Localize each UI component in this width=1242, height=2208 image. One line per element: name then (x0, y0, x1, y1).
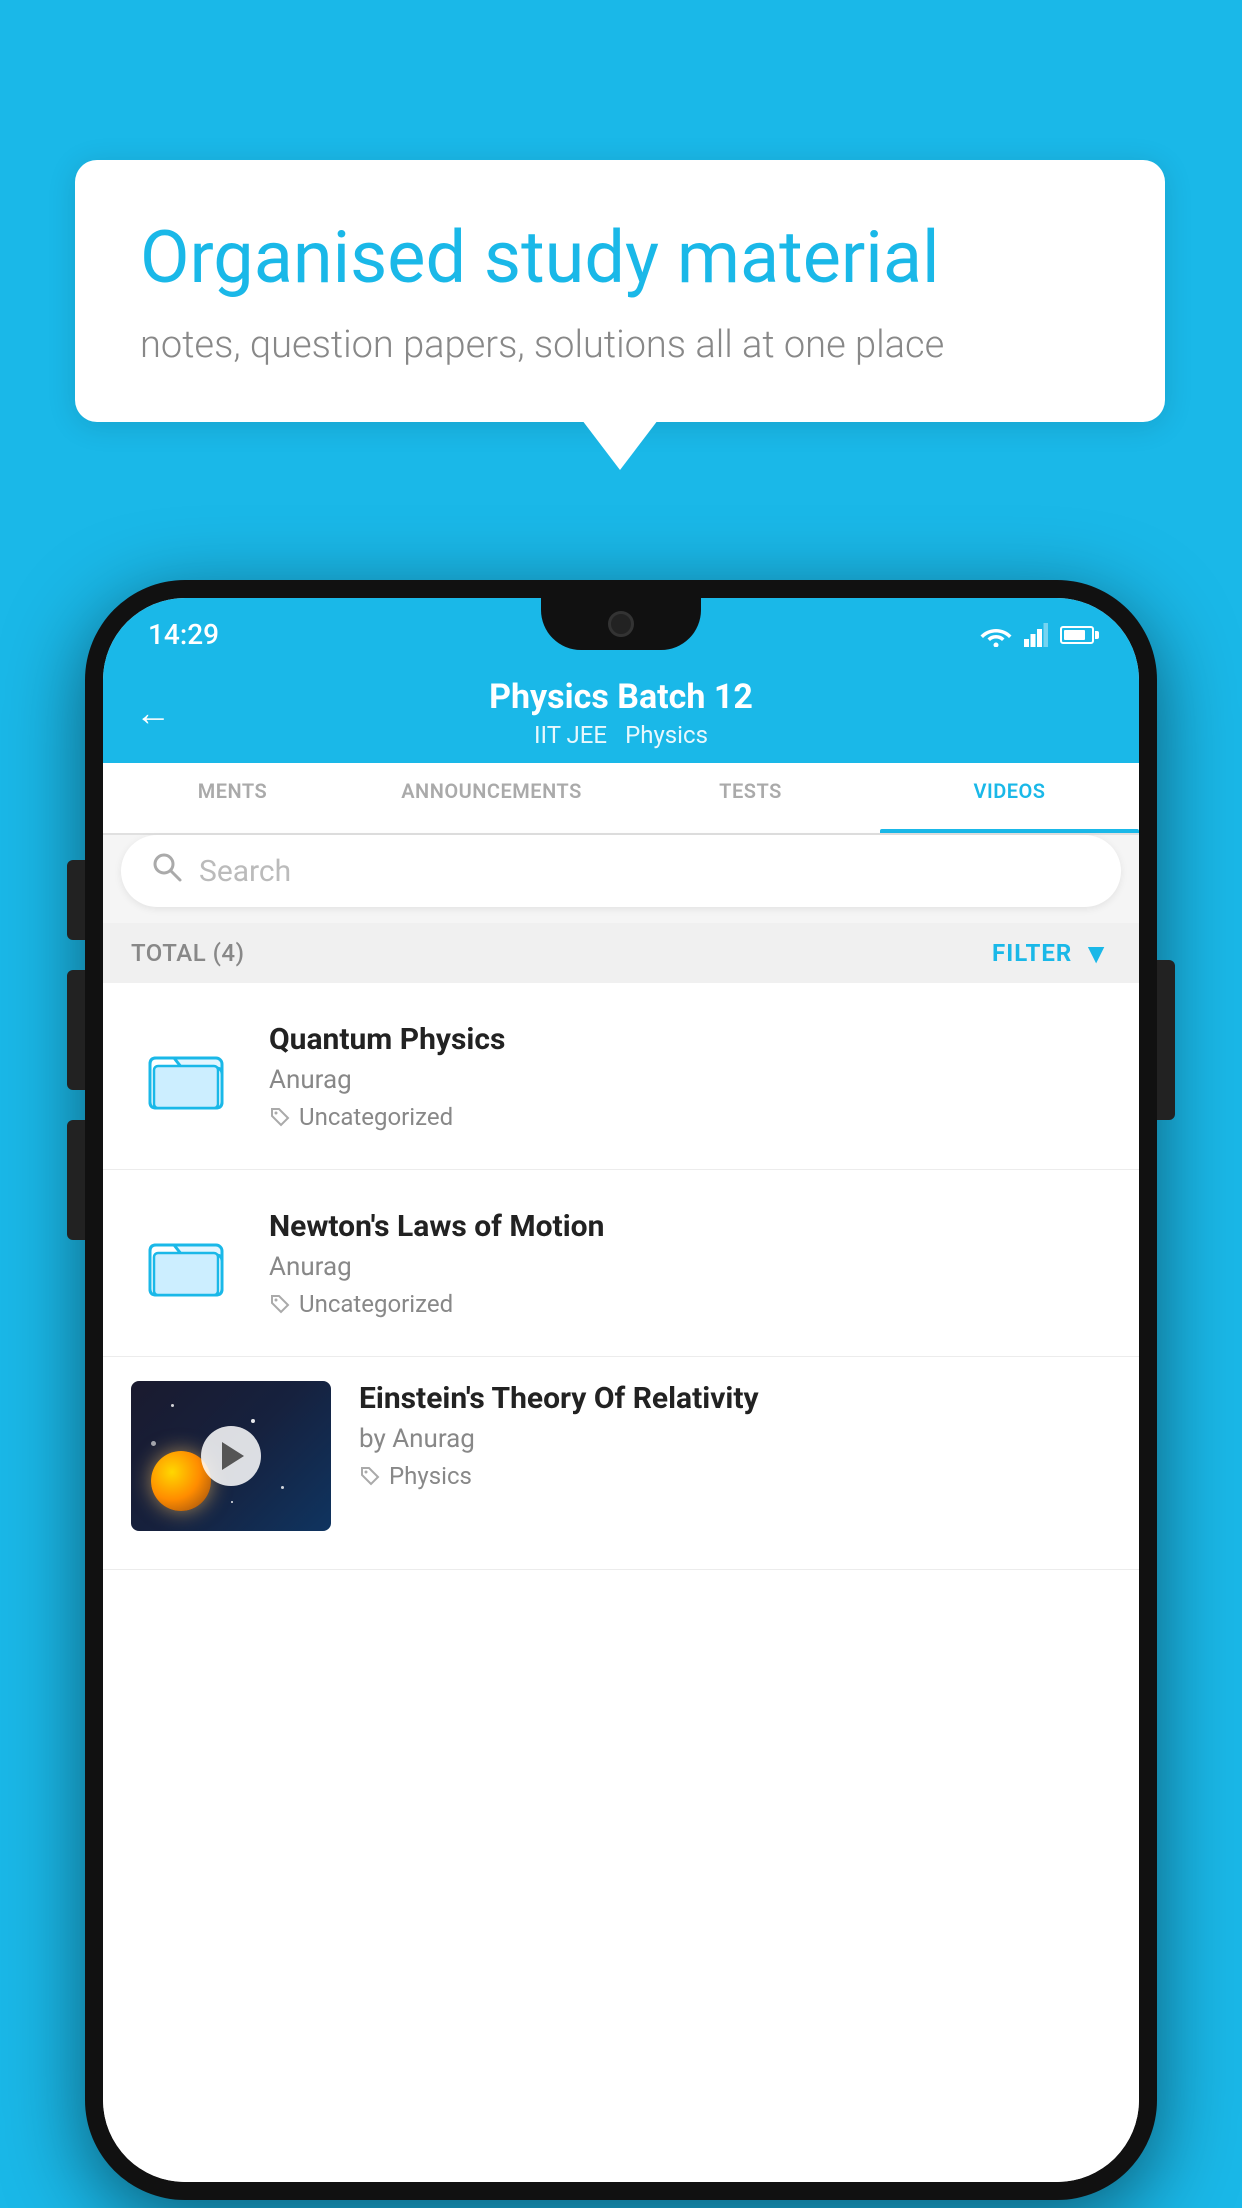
folder-icon (131, 1208, 241, 1318)
tab-ments[interactable]: MENTS (103, 763, 362, 833)
header-subtitle-1: IIT JEE (534, 721, 607, 749)
filter-bar: TOTAL (4) FILTER ▼ (103, 923, 1139, 983)
search-placeholder: Search (199, 854, 291, 889)
speech-bubble-card: Organised study material notes, question… (75, 160, 1165, 422)
tab-videos[interactable]: VIDEOS (880, 763, 1139, 833)
tab-bar: MENTS ANNOUNCEMENTS TESTS VIDEOS (103, 763, 1139, 835)
notch (541, 598, 701, 650)
search-icon (151, 851, 183, 891)
battery-icon (1060, 626, 1094, 644)
speech-bubble-title: Organised study material (140, 215, 1100, 301)
item-author: by Anurag (359, 1424, 1111, 1454)
item-info: Quantum Physics Anurag Uncategorized (269, 1022, 1111, 1131)
list-item[interactable]: Newton's Laws of Motion Anurag Uncategor… (103, 1170, 1139, 1357)
video-thumbnail (131, 1381, 331, 1531)
signal-icon (1024, 623, 1048, 647)
status-time: 14:29 (148, 610, 219, 651)
search-bar[interactable]: Search (121, 835, 1121, 907)
tag-icon (269, 1106, 291, 1128)
filter-button[interactable]: FILTER ▼ (992, 937, 1111, 970)
item-author: Anurag (269, 1252, 1111, 1282)
filter-icon: ▼ (1082, 937, 1111, 970)
list-item[interactable]: Einstein's Theory Of Relativity by Anura… (103, 1357, 1139, 1570)
item-title: Quantum Physics (269, 1022, 1111, 1057)
item-info: Einstein's Theory Of Relativity by Anura… (359, 1381, 1111, 1490)
item-tag: Uncategorized (269, 1290, 1111, 1318)
header-title: Physics Batch 12 (489, 677, 753, 717)
item-title: Einstein's Theory Of Relativity (359, 1381, 1111, 1416)
content-area: Quantum Physics Anurag Uncategorized (103, 983, 1139, 2182)
tag-icon (269, 1293, 291, 1315)
item-tag: Uncategorized (269, 1103, 1111, 1131)
play-button[interactable] (201, 1426, 261, 1486)
volume-up-button (67, 860, 85, 940)
power-button (1157, 960, 1175, 1120)
total-count: TOTAL (4) (131, 939, 244, 967)
front-camera (608, 611, 634, 637)
phone-screen: 14:29 (103, 598, 1139, 2182)
side-button-left (67, 1120, 85, 1240)
phone-frame: 14:29 (85, 580, 1157, 2200)
item-info: Newton's Laws of Motion Anurag Uncategor… (269, 1209, 1111, 1318)
play-triangle-icon (222, 1442, 244, 1470)
list-item[interactable]: Quantum Physics Anurag Uncategorized (103, 983, 1139, 1170)
wifi-icon (980, 623, 1012, 647)
tab-announcements[interactable]: ANNOUNCEMENTS (362, 763, 621, 833)
tag-icon (359, 1465, 381, 1487)
tab-tests[interactable]: TESTS (621, 763, 880, 833)
header-subtitle: IIT JEE Physics (534, 721, 708, 749)
item-author: Anurag (269, 1065, 1111, 1095)
app-header: ← Physics Batch 12 IIT JEE Physics (103, 663, 1139, 763)
item-tag: Physics (359, 1462, 1111, 1490)
status-icons (980, 615, 1094, 647)
speech-bubble-subtitle: notes, question papers, solutions all at… (140, 323, 1100, 367)
volume-down-button (67, 970, 85, 1090)
folder-icon (131, 1021, 241, 1131)
back-button[interactable]: ← (135, 692, 171, 734)
item-title: Newton's Laws of Motion (269, 1209, 1111, 1244)
header-subtitle-2: Physics (625, 721, 708, 749)
